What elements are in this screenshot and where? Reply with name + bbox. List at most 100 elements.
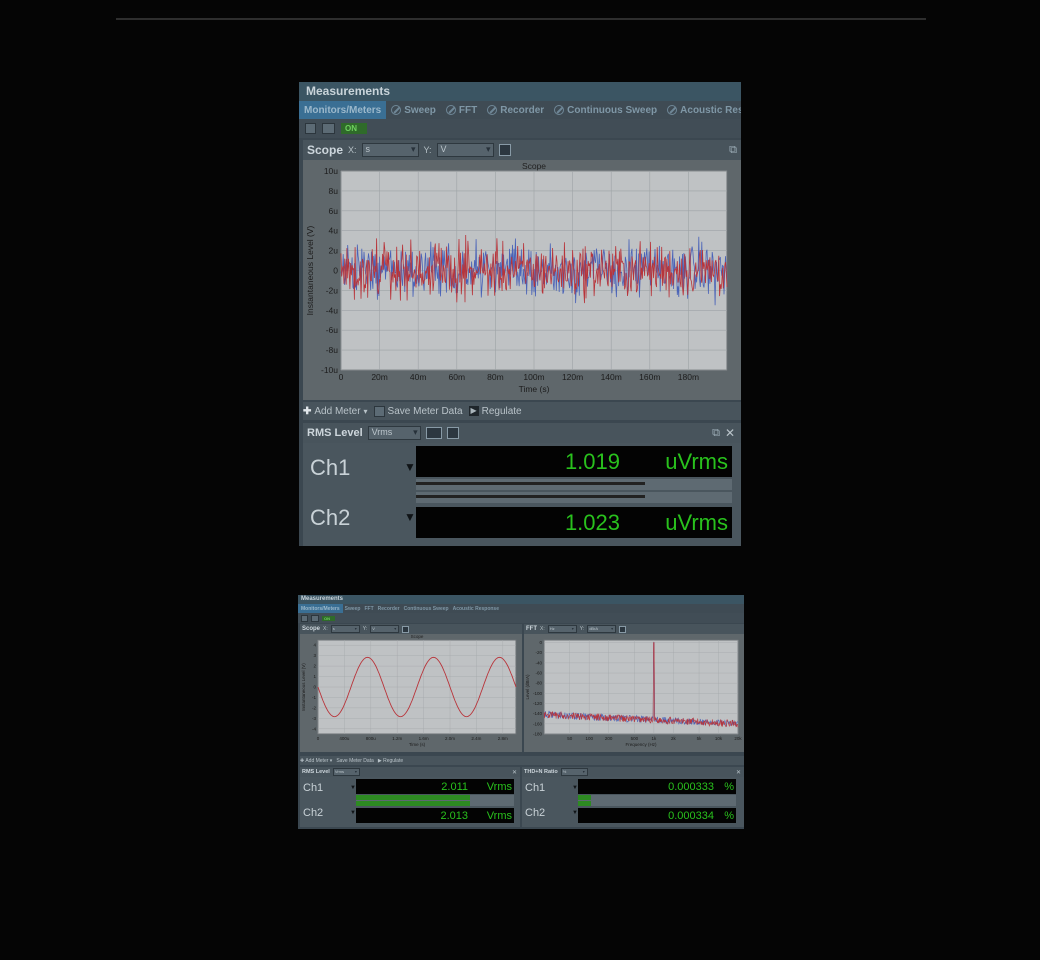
x-unit-select[interactable]: s xyxy=(361,143,419,157)
save-icon xyxy=(373,405,385,417)
x-tick-label: 100m xyxy=(523,372,544,382)
y-unit-select[interactable]: V xyxy=(436,143,494,157)
tab-fft[interactable]: FFT xyxy=(362,604,375,613)
y-unit-select[interactable]: V xyxy=(370,625,400,633)
fft-plot-area: 50 100 200 500 1k 2k 5k 10k 20k 0 -20 -40 -60 -80 -100… xyxy=(524,634,744,752)
popout-icon[interactable]: ⧉ xyxy=(712,427,720,440)
monitor-toolbar: ON xyxy=(299,119,741,138)
ch1-value: 1.019 xyxy=(564,448,620,474)
fft-icon xyxy=(445,105,456,115)
y-tick-label: 0 xyxy=(333,266,338,276)
y-tick-label: -6u xyxy=(326,325,339,335)
ch1-value: 2.011 xyxy=(441,780,468,793)
save-meter-data-button[interactable]: Save Meter Data xyxy=(336,758,374,764)
ch1-dropdown-icon[interactable]: ▼ xyxy=(404,460,416,474)
x-unit-select[interactable]: s xyxy=(330,625,360,633)
save-meter-data-button[interactable]: Save Meter Data xyxy=(373,405,463,417)
tab-label: FFT xyxy=(364,605,374,612)
measurements-window-small: Measurements Monitors/Meters Sweep FFT R… xyxy=(298,595,744,829)
close-icon[interactable]: ✕ xyxy=(736,769,741,776)
save-meter-data-label: Save Meter Data xyxy=(387,405,463,417)
tab-monitors-meters[interactable]: Monitors/Meters xyxy=(298,604,343,613)
thdn-ratio-title: THD+N Ratio xyxy=(524,769,558,775)
ch1-level-bar xyxy=(416,482,645,485)
ch1-unit: Vrms xyxy=(486,780,512,793)
on-toggle[interactable]: ON xyxy=(322,615,335,621)
analyzer-icon[interactable] xyxy=(311,614,319,622)
window-title: Measurements xyxy=(298,595,744,604)
tab-fft[interactable]: FFT xyxy=(441,101,482,119)
tab-label: Continuous Sweep xyxy=(567,104,658,116)
regulate-button[interactable]: ▶ Regulate xyxy=(468,406,522,417)
y-tick-label: 2 xyxy=(313,664,316,669)
y-tick-label: -8u xyxy=(326,345,339,355)
rms-meter-body: Ch1 ▼ 1.019 uVrms Ch2 ▼ 1.023 uVrms xyxy=(303,443,741,546)
x-tick-label: 5k xyxy=(697,736,703,741)
measurements-window-large: Measurements Monitors/Meters Sweep FFT R… xyxy=(299,82,741,546)
tab-continuous-sweep[interactable]: Continuous Sweep xyxy=(402,604,451,613)
x-tick-label: 40m xyxy=(410,372,427,382)
x-tick-label: 100 xyxy=(585,736,593,741)
y-tick-label: -4u xyxy=(326,305,339,315)
settings-icon[interactable] xyxy=(498,144,511,156)
generator-icon[interactable] xyxy=(305,123,316,134)
level-track xyxy=(578,795,736,806)
tab-recorder[interactable]: Recorder xyxy=(482,101,549,119)
ch2-level-bar xyxy=(416,495,645,498)
analyzer-icon[interactable] xyxy=(322,123,335,134)
close-icon[interactable]: ✕ xyxy=(725,426,735,440)
ch2-dropdown-icon[interactable]: ▼ xyxy=(404,510,416,524)
tab-label: Sweep xyxy=(404,104,436,116)
save-meter-data-label: Save Meter Data xyxy=(336,757,374,764)
rms-unit-select[interactable]: Vrms xyxy=(332,768,360,776)
settings-icon[interactable] xyxy=(619,625,627,633)
x-tick-label: 2k xyxy=(671,736,677,741)
ch2-display: 1.023 uVrms xyxy=(416,507,732,538)
tab-sweep[interactable]: Sweep xyxy=(343,604,363,613)
tab-acoustic-response[interactable]: Acoustic Respons xyxy=(662,101,741,119)
scope-panel-header: Scope X: s Y: V ⧉ xyxy=(303,140,741,160)
acoustic-response-icon xyxy=(667,105,678,115)
close-icon[interactable]: ✕ xyxy=(512,769,517,776)
tab-sweep[interactable]: Sweep xyxy=(386,101,441,119)
thdn-unit-select[interactable]: % xyxy=(560,768,588,776)
meter-toolbar: ✚ Add Meter ▾ Save Meter Data ▶ Regulate xyxy=(303,402,741,420)
meter-options-icon[interactable] xyxy=(425,427,442,439)
tab-recorder[interactable]: Recorder xyxy=(376,604,402,613)
x-axis-title: Frequency (Hz) xyxy=(625,742,657,747)
on-toggle[interactable]: ON xyxy=(341,123,367,134)
ch1-value: 0.000333 xyxy=(668,780,714,793)
ch2-label: Ch2 xyxy=(525,807,546,819)
ch2-label: Ch2 xyxy=(310,505,351,530)
popout-icon[interactable]: ⧉ xyxy=(729,144,737,157)
regulate-label: Regulate xyxy=(383,757,404,764)
regulate-button[interactable]: ▶ Regulate xyxy=(378,758,403,764)
rms-unit-select[interactable]: Vrms xyxy=(367,426,421,440)
x-unit-select[interactable]: Hz xyxy=(547,625,577,633)
y-tick-label: -140 xyxy=(533,711,543,716)
x-axis-title: Time (s) xyxy=(409,742,426,747)
x-tick-label: 800u xyxy=(366,736,377,741)
tab-continuous-sweep[interactable]: Continuous Sweep xyxy=(549,101,662,119)
x-tick-label: 0 xyxy=(317,736,320,741)
y-unit-select[interactable]: dBrA xyxy=(587,625,617,633)
y-tick-label: 4u xyxy=(329,226,339,236)
ch2-level-bar xyxy=(578,801,591,806)
ch1-label: Ch1 xyxy=(310,455,351,480)
generator-icon[interactable] xyxy=(301,614,308,622)
x-tick-label: 1.6m xyxy=(419,736,429,741)
tab-monitors-meters[interactable]: Monitors/Meters xyxy=(299,101,387,119)
y-axis-label: Y: xyxy=(423,145,432,155)
settings-icon[interactable] xyxy=(446,427,459,439)
ch2-level-bar xyxy=(356,801,470,806)
add-meter-button[interactable]: ✚ Add Meter ▾ xyxy=(303,406,368,417)
add-meter-button[interactable]: ✚ Add Meter ▾ xyxy=(300,758,332,764)
tab-label: FFT xyxy=(458,104,478,116)
settings-icon[interactable] xyxy=(402,625,410,633)
chart-title: Scope xyxy=(411,634,424,639)
x-tick-label: 20m xyxy=(371,372,388,382)
y-tick-label: -10u xyxy=(321,365,338,375)
tab-label: Monitors/Meters xyxy=(301,605,340,612)
tab-acoustic-response[interactable]: Acoustic Response xyxy=(451,604,501,613)
y-tick-label: 4 xyxy=(313,643,316,648)
